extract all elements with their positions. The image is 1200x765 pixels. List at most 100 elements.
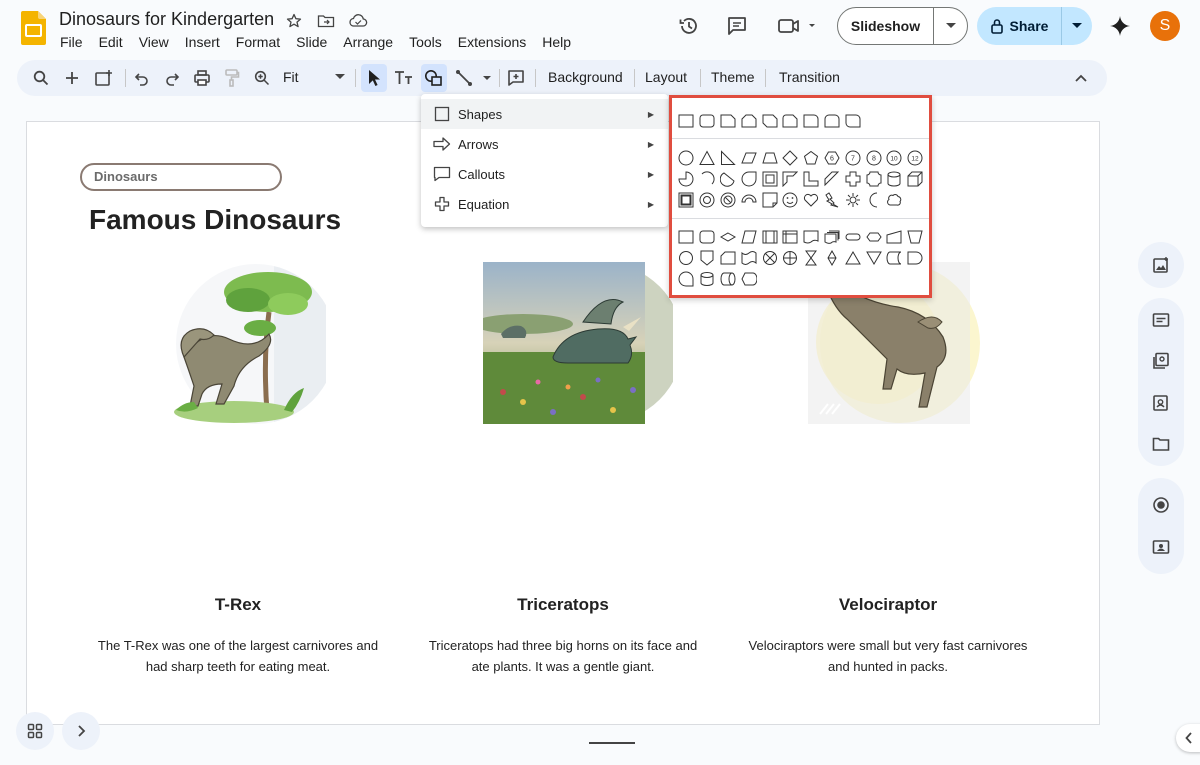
flowchart-document-shape-icon[interactable]	[801, 227, 822, 247]
flowchart-sort-shape-icon[interactable]	[822, 248, 843, 268]
dodecagon-shape-icon[interactable]: 12	[905, 148, 926, 168]
flowchart-multidocument-shape-icon[interactable]	[822, 227, 843, 247]
pentagon-shape-icon[interactable]	[801, 148, 822, 168]
menu-view[interactable]: View	[131, 32, 177, 52]
dino-description[interactable]: Triceratops had three big horns on its f…	[403, 635, 723, 677]
flowchart-terminator-shape-icon[interactable]	[842, 227, 863, 247]
flowchart-stored-data-shape-icon[interactable]	[884, 248, 905, 268]
speaker-notes-resize-handle[interactable]	[589, 742, 635, 744]
snip-diagonal-rectangle-shape-icon[interactable]	[759, 111, 780, 131]
menu-file[interactable]: File	[52, 32, 91, 52]
arc-shape-icon[interactable]	[697, 169, 718, 189]
dino-name[interactable]: Triceratops	[403, 595, 723, 615]
bevel-shape-icon[interactable]	[676, 190, 697, 210]
flowchart-direct-access-storage-shape-icon[interactable]	[718, 269, 739, 289]
chord-shape-icon[interactable]	[718, 169, 739, 189]
menu-extensions[interactable]: Extensions	[450, 32, 534, 52]
flowchart-display-shape-icon[interactable]	[738, 269, 759, 289]
parallelogram-shape-icon[interactable]	[738, 148, 759, 168]
layout-button[interactable]: Layout	[645, 69, 687, 85]
dino-name[interactable]: T-Rex	[78, 595, 398, 615]
frame-shape-icon[interactable]	[759, 169, 780, 189]
slides-panel-icon[interactable]	[1149, 308, 1173, 332]
teardrop-shape-icon[interactable]	[738, 169, 759, 189]
slides-logo-icon[interactable]	[21, 11, 46, 45]
record-icon[interactable]	[1149, 493, 1173, 517]
octagon-shape-icon[interactable]: 8	[863, 148, 884, 168]
moon-shape-icon[interactable]	[863, 190, 884, 210]
flowchart-extract-shape-icon[interactable]	[842, 248, 863, 268]
redo-icon[interactable]	[159, 64, 185, 92]
flowchart-sequential-access-storage-shape-icon[interactable]	[676, 269, 697, 289]
plaque-shape-icon[interactable]	[863, 169, 884, 189]
diagonal-stripe-shape-icon[interactable]	[822, 169, 843, 189]
heptagon-shape-icon[interactable]: 7	[842, 148, 863, 168]
cloud-saved-icon[interactable]	[347, 10, 369, 32]
document-title[interactable]: Dinosaurs for Kindergarten	[59, 9, 274, 30]
snip-same-side-rectangle-shape-icon[interactable]	[738, 111, 759, 131]
trapezoid-shape-icon[interactable]	[759, 148, 780, 168]
flowchart-magnetic-disk-shape-icon[interactable]	[697, 269, 718, 289]
flowchart-merge-shape-icon[interactable]	[863, 248, 884, 268]
sun-shape-icon[interactable]	[842, 190, 863, 210]
menu-arrange[interactable]: Arrange	[335, 32, 401, 52]
round-same-side-rectangle-shape-icon[interactable]	[822, 111, 843, 131]
no-symbol-shape-icon[interactable]	[718, 190, 739, 210]
generate-image-icon[interactable]	[1149, 253, 1173, 277]
menu-insert[interactable]: Insert	[177, 32, 228, 52]
add-comment-icon[interactable]	[503, 64, 529, 92]
keep-icon[interactable]	[1149, 349, 1173, 373]
menu-item-callouts[interactable]: Callouts ▶	[421, 159, 668, 189]
cross-shape-icon[interactable]	[842, 169, 863, 189]
flowchart-alternate-process-shape-icon[interactable]	[697, 227, 718, 247]
user-avatar[interactable]: S	[1150, 11, 1180, 41]
triceratops-image[interactable]	[483, 262, 673, 424]
cloud-shape-icon[interactable]	[884, 190, 905, 210]
flowchart-delay-shape-icon[interactable]	[905, 248, 926, 268]
half-frame-shape-icon[interactable]	[780, 169, 801, 189]
cube-shape-icon[interactable]	[905, 169, 926, 189]
decagon-shape-icon[interactable]: 10	[884, 148, 905, 168]
smiley-face-shape-icon[interactable]	[780, 190, 801, 210]
menu-edit[interactable]: Edit	[91, 32, 131, 52]
flowchart-preparation-shape-icon[interactable]	[863, 227, 884, 247]
flowchart-punched-tape-shape-icon[interactable]	[738, 248, 759, 268]
round-diagonal-rectangle-shape-icon[interactable]	[842, 111, 863, 131]
comments-icon[interactable]	[721, 10, 753, 42]
zoom-icon[interactable]	[249, 64, 275, 92]
right-triangle-shape-icon[interactable]	[718, 148, 739, 168]
menu-format[interactable]: Format	[228, 32, 288, 52]
pie-shape-icon[interactable]	[676, 169, 697, 189]
flowchart-summing-junction-shape-icon[interactable]	[759, 248, 780, 268]
star-icon[interactable]	[283, 10, 305, 32]
contacts-icon[interactable]	[1149, 391, 1173, 415]
menu-item-shapes[interactable]: Shapes ▶	[421, 99, 668, 129]
zoom-dropdown-icon[interactable]	[335, 74, 345, 80]
collapse-side-panel-icon[interactable]	[1176, 724, 1200, 752]
t-rex-image[interactable]	[164, 262, 326, 424]
rounded-rectangle-shape-icon[interactable]	[697, 111, 718, 131]
can-shape-icon[interactable]	[884, 169, 905, 189]
flowchart-card-shape-icon[interactable]	[718, 248, 739, 268]
transition-button[interactable]: Transition	[779, 69, 840, 85]
drive-folder-icon[interactable]	[1149, 432, 1173, 456]
undo-icon[interactable]	[129, 64, 155, 92]
flowchart-process-shape-icon[interactable]	[676, 227, 697, 247]
heart-shape-icon[interactable]	[801, 190, 822, 210]
collapse-toolbar-icon[interactable]	[1068, 64, 1094, 92]
menu-item-arrows[interactable]: Arrows ▶	[421, 129, 668, 159]
triangle-shape-icon[interactable]	[697, 148, 718, 168]
flowchart-decision-shape-icon[interactable]	[718, 227, 739, 247]
share-dropdown-icon[interactable]	[1062, 7, 1092, 45]
flowchart-manual-operation-shape-icon[interactable]	[905, 227, 926, 247]
round-single-corner-rectangle-shape-icon[interactable]	[801, 111, 822, 131]
snip-corner-rectangle-shape-icon[interactable]	[718, 111, 739, 131]
lightning-bolt-shape-icon[interactable]	[822, 190, 843, 210]
paint-format-icon[interactable]	[219, 64, 245, 92]
line-tool-icon[interactable]	[453, 64, 495, 92]
slideshow-button[interactable]: Slideshow	[838, 8, 934, 44]
present-camera-icon[interactable]	[1149, 535, 1173, 559]
gemini-sparkle-icon[interactable]	[1108, 14, 1132, 38]
dino-description[interactable]: The T-Rex was one of the largest carnivo…	[78, 635, 398, 677]
search-menus-icon[interactable]	[28, 64, 54, 92]
